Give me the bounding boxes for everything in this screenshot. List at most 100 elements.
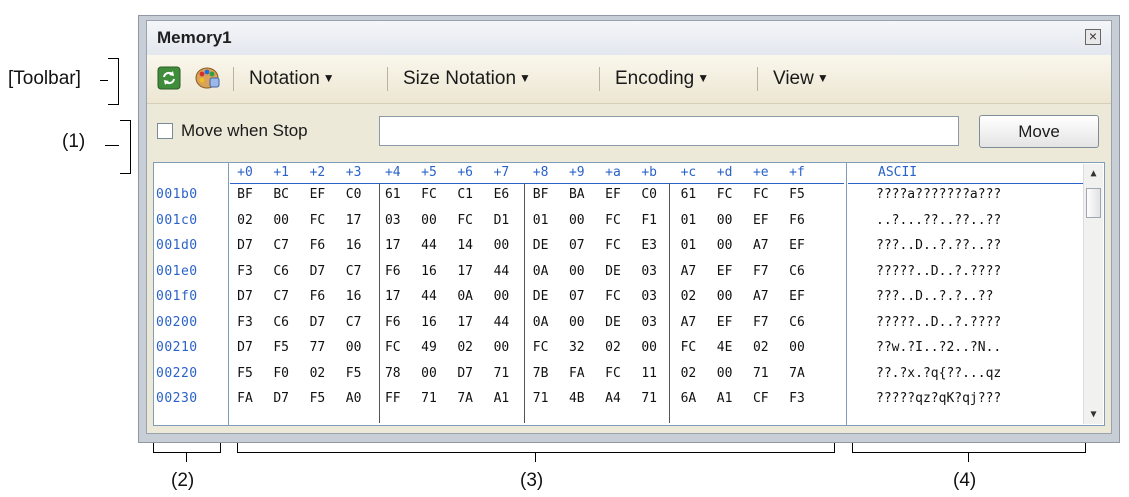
ascii-cell[interactable]: ?????..D..?.???? (876, 315, 1001, 330)
byte-cell[interactable]: C7 (270, 238, 292, 253)
byte-cell[interactable]: 7A (786, 366, 808, 381)
byte-cell[interactable]: 07 (566, 289, 588, 304)
byte-cell[interactable]: 00 (566, 264, 588, 279)
byte-cell[interactable]: A0 (343, 391, 365, 406)
byte-cell[interactable]: DE (530, 238, 552, 253)
move-button[interactable]: Move (979, 115, 1099, 148)
byte-cell[interactable]: 32 (566, 340, 588, 355)
byte-cell[interactable]: C6 (270, 264, 292, 279)
byte-cell[interactable]: D7 (270, 391, 292, 406)
byte-cell[interactable]: A7 (750, 289, 772, 304)
ascii-cell[interactable]: ??w.?I..?2..?N.. (876, 340, 1001, 355)
scroll-up-icon[interactable]: ▲ (1084, 168, 1103, 179)
ascii-cell[interactable]: ????a???????a??? (876, 187, 1001, 202)
byte-cell[interactable]: A7 (677, 315, 699, 330)
byte-cell[interactable]: A7 (750, 238, 772, 253)
byte-cell[interactable]: F7 (750, 264, 772, 279)
byte-cell[interactable]: 61 (677, 187, 699, 202)
byte-cell[interactable]: 44 (418, 289, 440, 304)
byte-cell[interactable]: 6A (677, 391, 699, 406)
byte-cell[interactable]: DE (602, 315, 624, 330)
byte-cell[interactable]: 02 (234, 213, 256, 228)
byte-cell[interactable]: BA (566, 187, 588, 202)
byte-cell[interactable]: D7 (306, 315, 328, 330)
byte-cell[interactable]: DE (530, 289, 552, 304)
byte-cell[interactable]: 02 (454, 340, 476, 355)
byte-cell[interactable]: EF (786, 289, 808, 304)
byte-cell[interactable]: 11 (638, 366, 660, 381)
byte-cell[interactable]: 01 (677, 238, 699, 253)
byte-cell[interactable]: FC (306, 213, 328, 228)
byte-cell[interactable]: 03 (638, 315, 660, 330)
palette-icon[interactable] (195, 66, 220, 90)
byte-cell[interactable]: 00 (786, 340, 808, 355)
byte-cell[interactable]: FC (602, 289, 624, 304)
byte-cell[interactable]: 00 (566, 213, 588, 228)
byte-cell[interactable]: 00 (270, 213, 292, 228)
byte-cell[interactable]: 00 (490, 289, 512, 304)
byte-cell[interactable]: 44 (418, 238, 440, 253)
byte-cell[interactable]: 16 (343, 289, 365, 304)
byte-cell[interactable]: 16 (418, 264, 440, 279)
byte-cell[interactable]: E3 (638, 238, 660, 253)
ascii-cell[interactable]: ??.?x.?q{??...qz (876, 366, 1001, 381)
byte-cell[interactable]: CF (750, 391, 772, 406)
scroll-thumb[interactable] (1086, 188, 1101, 218)
byte-cell[interactable]: 71 (638, 391, 660, 406)
byte-cell[interactable]: 71 (750, 366, 772, 381)
byte-cell[interactable]: F6 (382, 264, 404, 279)
refresh-icon[interactable] (157, 66, 181, 90)
menu-size-notation[interactable]: Size Notation ▼ (403, 68, 531, 90)
byte-cell[interactable]: 16 (343, 238, 365, 253)
byte-cell[interactable]: F3 (234, 315, 256, 330)
byte-cell[interactable]: 07 (566, 238, 588, 253)
byte-cell[interactable]: F5 (306, 391, 328, 406)
byte-cell[interactable]: 00 (714, 213, 736, 228)
menu-encoding[interactable]: Encoding ▼ (615, 68, 709, 90)
byte-cell[interactable]: F6 (306, 238, 328, 253)
byte-cell[interactable]: F5 (786, 187, 808, 202)
byte-cell[interactable]: 02 (677, 366, 699, 381)
byte-cell[interactable]: D7 (234, 238, 256, 253)
byte-cell[interactable]: E6 (490, 187, 512, 202)
byte-cell[interactable]: EF (714, 315, 736, 330)
byte-cell[interactable]: EF (714, 264, 736, 279)
byte-cell[interactable]: C6 (786, 264, 808, 279)
byte-cell[interactable]: 02 (750, 340, 772, 355)
byte-cell[interactable]: F5 (343, 366, 365, 381)
byte-cell[interactable]: 71 (530, 391, 552, 406)
vertical-scrollbar[interactable]: ▲ ▼ (1083, 164, 1103, 424)
scroll-down-icon[interactable]: ▼ (1084, 409, 1103, 420)
byte-cell[interactable]: 00 (714, 366, 736, 381)
close-icon[interactable]: × (1085, 29, 1101, 45)
byte-cell[interactable]: 00 (343, 340, 365, 355)
byte-cell[interactable]: 16 (418, 315, 440, 330)
byte-cell[interactable]: FC (602, 366, 624, 381)
byte-cell[interactable]: 02 (602, 340, 624, 355)
byte-cell[interactable]: 17 (454, 264, 476, 279)
byte-cell[interactable]: FC (382, 340, 404, 355)
byte-cell[interactable]: FC (530, 340, 552, 355)
byte-cell[interactable]: FA (566, 366, 588, 381)
byte-cell[interactable]: 71 (418, 391, 440, 406)
byte-cell[interactable]: D1 (490, 213, 512, 228)
byte-cell[interactable]: FC (602, 213, 624, 228)
byte-cell[interactable]: D7 (234, 340, 256, 355)
byte-cell[interactable]: 00 (638, 340, 660, 355)
byte-cell[interactable]: D7 (454, 366, 476, 381)
byte-cell[interactable]: C6 (270, 315, 292, 330)
byte-cell[interactable]: 44 (490, 315, 512, 330)
byte-cell[interactable]: 00 (714, 238, 736, 253)
byte-cell[interactable]: BF (234, 187, 256, 202)
byte-cell[interactable]: C7 (343, 264, 365, 279)
byte-cell[interactable]: 71 (490, 366, 512, 381)
byte-cell[interactable]: 00 (490, 238, 512, 253)
byte-cell[interactable]: F5 (234, 366, 256, 381)
byte-cell[interactable]: EF (602, 187, 624, 202)
byte-cell[interactable]: 03 (638, 264, 660, 279)
byte-cell[interactable]: 01 (530, 213, 552, 228)
byte-cell[interactable]: 00 (490, 340, 512, 355)
byte-cell[interactable]: 00 (566, 315, 588, 330)
menu-view[interactable]: View ▼ (773, 68, 829, 90)
byte-cell[interactable]: 00 (418, 366, 440, 381)
